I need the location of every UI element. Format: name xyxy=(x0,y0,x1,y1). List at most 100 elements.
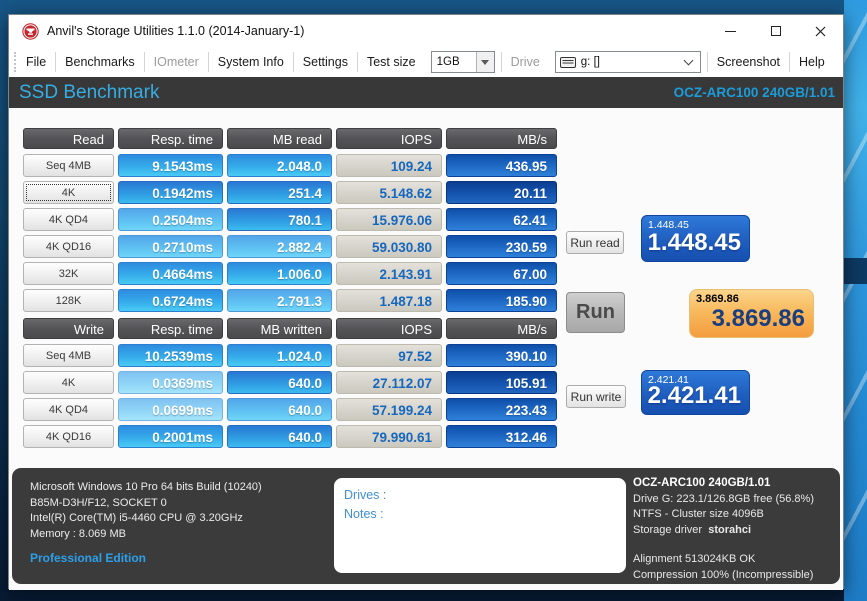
os-line: Microsoft Windows 10 Pro 64 bits Build (… xyxy=(30,480,262,496)
run-write-button[interactable]: Run write xyxy=(566,385,626,408)
menu-screenshot[interactable]: Screenshot xyxy=(708,48,789,76)
device-name: OCZ-ARC100 240GB/1.01 xyxy=(674,77,835,108)
mb-read-header: MB read xyxy=(227,128,332,149)
spacer xyxy=(633,538,814,552)
write-4k-button[interactable]: 4K xyxy=(23,371,114,394)
resp-time-value: 9.1543ms xyxy=(118,154,223,177)
read-4kqd16-button[interactable]: 4K QD16 xyxy=(23,235,114,258)
app-window: Anvil's Storage Utilities 1.1.0 (2014-Ja… xyxy=(8,14,844,589)
resp-time-value: 0.2504ms xyxy=(118,208,223,231)
resp-time-value: 0.4664ms xyxy=(118,262,223,285)
mbs-header: MB/s xyxy=(446,318,557,339)
drive-select[interactable]: g: [] xyxy=(555,51,701,73)
menu-benchmarks[interactable]: Benchmarks xyxy=(56,48,143,76)
table-row: 4K QD16 0.2710ms 2.882.4 59.030.80 230.5… xyxy=(23,235,557,258)
read-header-row: Read Resp. time MB read IOPS MB/s xyxy=(23,128,557,149)
memory-line: Memory : 8.069 MB xyxy=(30,527,262,543)
resp-time-value: 0.2710ms xyxy=(118,235,223,258)
menu-help[interactable]: Help xyxy=(790,48,834,76)
chevron-down-icon[interactable] xyxy=(476,52,494,72)
maximize-icon[interactable] xyxy=(753,15,798,47)
menu-system-info[interactable]: System Info xyxy=(209,48,293,76)
iops-value: 15.976.06 xyxy=(336,208,442,231)
wallpaper-strip xyxy=(844,0,867,601)
edition-link[interactable]: Professional Edition xyxy=(30,551,262,567)
read-128k-button[interactable]: 128K xyxy=(23,289,114,312)
mbs-value: 105.91 xyxy=(446,371,557,394)
read-score-box: 1.448.45 1.448.45 xyxy=(641,215,750,262)
menu-file[interactable]: File xyxy=(17,48,55,76)
storage-driver-value: storahci xyxy=(708,524,751,536)
run-read-button[interactable]: Run read xyxy=(566,231,624,254)
mbs-value: 223.43 xyxy=(446,398,557,421)
cpu-line: Intel(R) Core(TM) i5-4460 CPU @ 3.20GHz xyxy=(30,511,262,527)
motherboard-line: B85M-D3H/F12, SOCKET 0 xyxy=(30,496,262,512)
drive-icon xyxy=(560,57,576,68)
drive-capacity: Drive G: 223.1/126.8GB free (56.8%) xyxy=(633,492,814,508)
minimize-icon[interactable] xyxy=(708,15,753,47)
system-info-block: Microsoft Windows 10 Pro 64 bits Build (… xyxy=(30,480,262,567)
write-seq4mb-button[interactable]: Seq 4MB xyxy=(23,344,114,367)
write-score-box: 2.421.41 2.421.41 xyxy=(641,370,750,415)
resp-time-value: 0.0369ms xyxy=(118,371,223,394)
table-row: 4K 0.0369ms 640.0 27.112.07 105.91 xyxy=(23,371,557,394)
run-button[interactable]: Run xyxy=(566,292,625,333)
alignment-line: Alignment 513024KB OK xyxy=(633,552,814,568)
resp-time-value: 10.2539ms xyxy=(118,344,223,367)
menu-settings[interactable]: Settings xyxy=(294,48,357,76)
mbs-value: 62.41 xyxy=(446,208,557,231)
menu-bar: File Benchmarks IOmeter System Info Sett… xyxy=(9,47,843,77)
total-score-box: 3.869.86 3.869.86 xyxy=(689,289,814,338)
test-size-select[interactable]: 1GB xyxy=(431,51,495,73)
table-row: 4K QD4 0.0699ms 640.0 57.199.24 223.43 xyxy=(23,398,557,421)
iops-value: 79.990.61 xyxy=(336,425,442,448)
table-row: 4K 0.1942ms 251.4 5.148.62 20.11 xyxy=(23,181,557,204)
read-4kqd4-button[interactable]: 4K QD4 xyxy=(23,208,114,231)
write-table: Write Resp. time MB written IOPS MB/s Se… xyxy=(23,318,557,452)
wallpaper-dark-block xyxy=(844,258,867,284)
write-4kqd4-button[interactable]: 4K QD4 xyxy=(23,398,114,421)
anvil-app-icon xyxy=(22,23,39,40)
mbs-value: 390.10 xyxy=(446,344,557,367)
window-title: Anvil's Storage Utilities 1.1.0 (2014-Ja… xyxy=(47,15,304,47)
mbs-value: 230.59 xyxy=(446,235,557,258)
drive-filesystem: NTFS - Cluster size 4096B xyxy=(633,507,814,523)
iops-value: 109.24 xyxy=(336,154,442,177)
mbs-value: 20.11 xyxy=(446,181,557,204)
write-4kqd16-button[interactable]: 4K QD16 xyxy=(23,425,114,448)
notes-label: Notes : xyxy=(344,505,616,524)
iops-value: 27.112.07 xyxy=(336,371,442,394)
read-seq4mb-button[interactable]: Seq 4MB xyxy=(23,154,114,177)
iops-header: IOPS xyxy=(336,128,442,149)
mb-read-value: 2.791.3 xyxy=(227,289,332,312)
mb-read-value: 780.1 xyxy=(227,208,332,231)
chevron-down-icon xyxy=(683,56,693,66)
table-row: Seq 4MB 9.1543ms 2.048.0 109.24 436.95 xyxy=(23,154,557,177)
drives-label: Drives : xyxy=(344,486,616,505)
resp-time-value: 0.2001ms xyxy=(118,425,223,448)
resp-time-value: 0.6724ms xyxy=(118,289,223,312)
storage-driver-label: Storage driver xyxy=(633,524,702,536)
resp-time-header: Resp. time xyxy=(118,128,223,149)
notes-box[interactable]: Drives : Notes : xyxy=(334,478,626,573)
read-32k-button[interactable]: 32K xyxy=(23,262,114,285)
read-table: Read Resp. time MB read IOPS MB/s Seq 4M… xyxy=(23,128,557,316)
write-header: Write xyxy=(23,318,114,339)
close-icon[interactable] xyxy=(798,15,843,47)
mb-read-value: 1.006.0 xyxy=(227,262,332,285)
read-4k-button[interactable]: 4K xyxy=(23,181,114,204)
mb-written-value: 640.0 xyxy=(227,371,332,394)
compression-line: Compression 100% (Incompressible) xyxy=(633,568,814,584)
main-content: Read Resp. time MB read IOPS MB/s Seq 4M… xyxy=(9,108,843,590)
mb-written-value: 1.024.0 xyxy=(227,344,332,367)
mbs-value: 436.95 xyxy=(446,154,557,177)
mbs-value: 312.46 xyxy=(446,425,557,448)
system-info-panel: Microsoft Windows 10 Pro 64 bits Build (… xyxy=(12,468,840,584)
mb-written-header: MB written xyxy=(227,318,332,339)
drive-label: Drive xyxy=(502,48,549,76)
write-header-row: Write Resp. time MB written IOPS MB/s xyxy=(23,318,557,339)
read-header: Read xyxy=(23,128,114,149)
iops-header: IOPS xyxy=(336,318,442,339)
title-bar[interactable]: Anvil's Storage Utilities 1.1.0 (2014-Ja… xyxy=(9,15,843,47)
mbs-value: 185.90 xyxy=(446,289,557,312)
